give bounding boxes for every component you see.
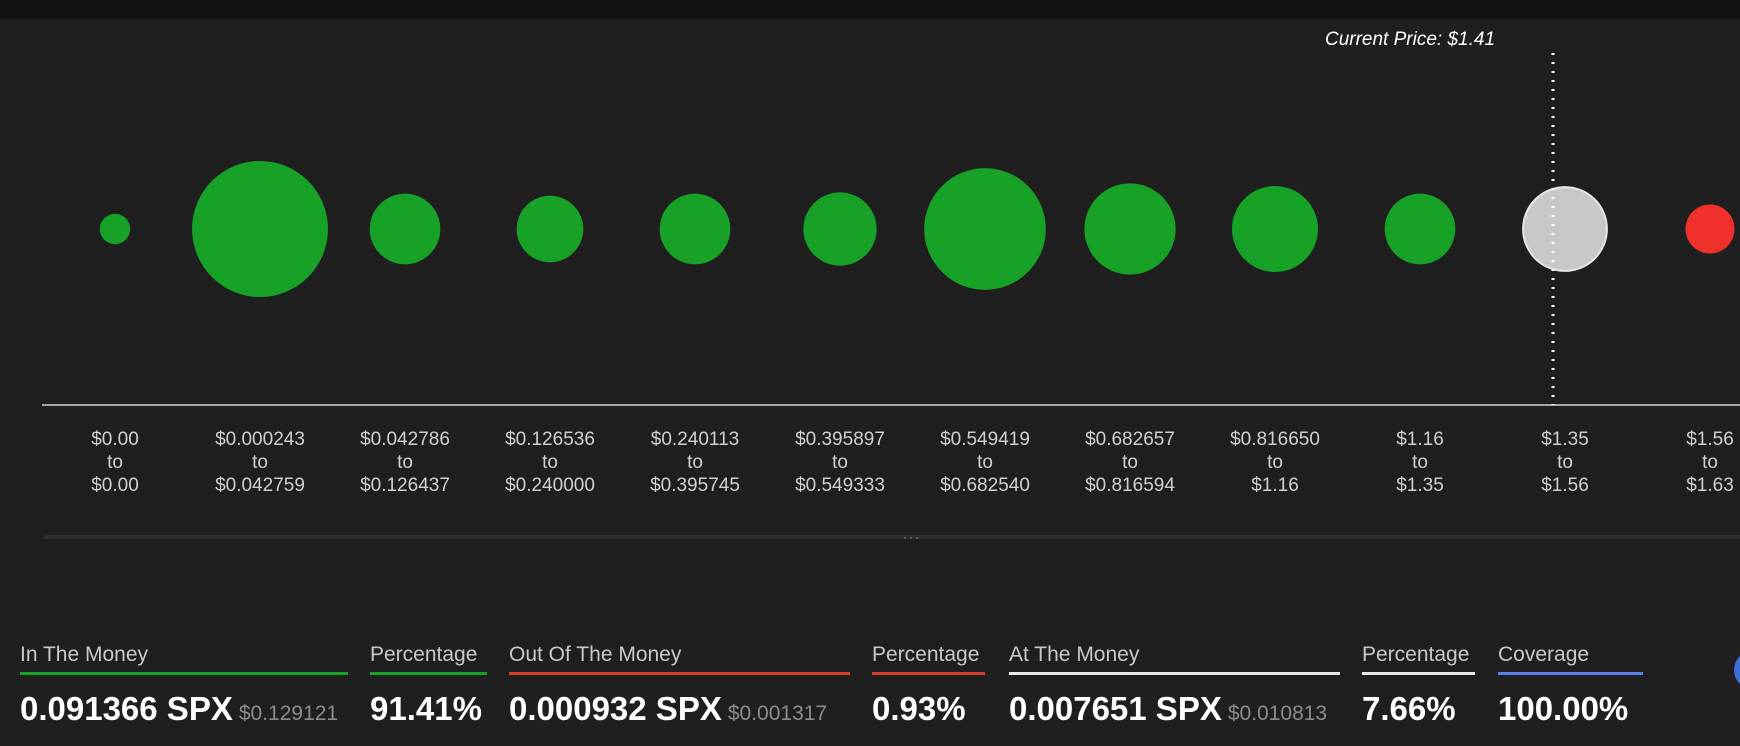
bubble-0[interactable] <box>99 213 131 245</box>
out-of-the-money-line <box>509 672 850 675</box>
bubble-3[interactable] <box>516 195 584 263</box>
out-of-the-money-usd: $0.001317 <box>727 702 828 725</box>
out-percentage-line <box>872 672 985 675</box>
chart-svg: Current Price: $1.41 $0.00to$0.00$0.0002… <box>42 29 1740 496</box>
in-the-money-label: In The Money <box>20 643 149 666</box>
bubble-1[interactable] <box>192 161 328 297</box>
range-label-2-1: to <box>397 452 413 473</box>
range-label-3-0: $0.126536 <box>505 429 595 450</box>
range-label-10-2: $1.56 <box>1541 475 1589 496</box>
range-label-0-2: $0.00 <box>91 475 139 496</box>
out-percentage-label: Percentage <box>872 643 980 666</box>
bubble-10[interactable] <box>1522 186 1608 272</box>
chart-scrollbar[interactable] <box>42 535 1740 539</box>
in-percentage-label: Percentage <box>370 643 478 666</box>
in-percentage-line <box>370 672 487 675</box>
coverage-value: 100.00% <box>1498 690 1629 727</box>
range-label-10-1: to <box>1557 452 1573 473</box>
in-the-money-usd: $0.129121 <box>238 702 339 725</box>
range-label-10-0: $1.35 <box>1541 429 1589 450</box>
range-label-7-1: to <box>1122 452 1138 473</box>
range-label-7-0: $0.682657 <box>1085 429 1175 450</box>
range-label-8-2: $1.16 <box>1251 475 1299 496</box>
range-label-11-2: $1.63 <box>1686 475 1734 496</box>
scrollbar-grip-icon[interactable] <box>904 537 918 539</box>
range-label-1-1: to <box>252 452 268 473</box>
range-label-6-0: $0.549419 <box>940 429 1030 450</box>
range-label-0-0: $0.00 <box>91 429 139 450</box>
range-label-4-2: $0.395745 <box>650 475 740 496</box>
out-of-the-money-label: Out Of The Money <box>509 643 682 666</box>
at-the-money-line <box>1009 672 1340 675</box>
bubble-7[interactable] <box>1084 183 1176 275</box>
stat-at-percentage: Percentage 7.66% <box>1362 640 1475 727</box>
range-label-4-0: $0.240113 <box>651 429 739 450</box>
range-label-2-2: $0.126437 <box>360 475 450 496</box>
range-label-11-1: to <box>1702 452 1718 473</box>
range-label-4-1: to <box>687 452 703 473</box>
range-label-6-1: to <box>977 452 993 473</box>
range-label-1-0: $0.000243 <box>215 429 305 450</box>
range-label-8-0: $0.816650 <box>1230 429 1320 450</box>
bubble-5[interactable] <box>803 192 877 266</box>
range-label-5-2: $0.549333 <box>795 475 885 496</box>
range-label-3-2: $0.240000 <box>505 475 595 496</box>
at-percentage-label: Percentage <box>1362 643 1470 666</box>
stat-coverage: Coverage 100.00% <box>1498 640 1643 727</box>
current-price-label: Current Price: $1.41 <box>1325 29 1495 50</box>
bubbles-group <box>99 161 1735 297</box>
range-label-1-2: $0.042759 <box>215 475 305 496</box>
at-percentage-value: 7.66% <box>1362 690 1456 727</box>
range-label-6-2: $0.682540 <box>940 475 1030 496</box>
at-the-money-usd: $0.010813 <box>1227 702 1328 725</box>
range-label-7-2: $0.816594 <box>1085 475 1175 496</box>
range-label-9-1: to <box>1412 452 1428 473</box>
in-percentage-value: 91.41% <box>370 690 482 727</box>
range-label-9-2: $1.35 <box>1396 475 1444 496</box>
range-label-8-1: to <box>1267 452 1283 473</box>
bubble-9[interactable] <box>1384 193 1456 265</box>
range-label-2-0: $0.042786 <box>360 429 450 450</box>
coverage-line <box>1498 672 1643 675</box>
bubble-2[interactable] <box>369 193 441 265</box>
range-label-0-1: to <box>107 452 123 473</box>
coverage-label: Coverage <box>1498 643 1590 666</box>
stat-in-the-money: In The Money 0.091366 SPX $0.129121 <box>20 640 348 732</box>
out-percentage-value: 0.93% <box>872 690 966 727</box>
bubble-chart: Current Price: $1.41 $0.00 to $0.00 $0.0002… <box>0 19 1740 539</box>
range-label-11-0: $1.56 <box>1686 429 1734 450</box>
out-of-the-money-value: 0.000932 SPX $0.001317 <box>509 690 828 727</box>
stat-at-the-money: At The Money 0.007651 SPX $0.010813 <box>1009 640 1340 732</box>
at-the-money-value: 0.007651 SPX $0.010813 <box>1009 690 1328 727</box>
top-bar <box>0 0 1740 19</box>
stat-out-of-the-money: Out Of The Money 0.000932 SPX $0.001317 <box>509 640 850 732</box>
range-label-9-0: $1.16 <box>1396 429 1444 450</box>
stat-in-percentage: Percentage 91.41% <box>370 640 487 727</box>
at-percentage-line <box>1362 672 1475 675</box>
range-label-3-1: to <box>542 452 558 473</box>
bubble-8[interactable] <box>1231 185 1319 273</box>
bubble-11[interactable] <box>1685 204 1735 254</box>
range-label-5-1: to <box>832 452 848 473</box>
stats-bar: In The Money 0.091366 SPX $0.129121 Perce… <box>0 640 1740 746</box>
stat-out-percentage: Percentage 0.93% <box>872 640 985 727</box>
bubble-6[interactable] <box>924 168 1046 290</box>
in-the-money-value: 0.091366 SPX $0.129121 <box>20 690 339 727</box>
in-the-money-line <box>20 672 348 675</box>
at-the-money-label: At The Money <box>1009 643 1140 666</box>
range-label-5-0: $0.395897 <box>795 429 885 450</box>
range-labels-group: $0.00to$0.00$0.000243to$0.042759$0.04278… <box>91 429 1734 496</box>
bubble-4[interactable] <box>659 193 731 265</box>
